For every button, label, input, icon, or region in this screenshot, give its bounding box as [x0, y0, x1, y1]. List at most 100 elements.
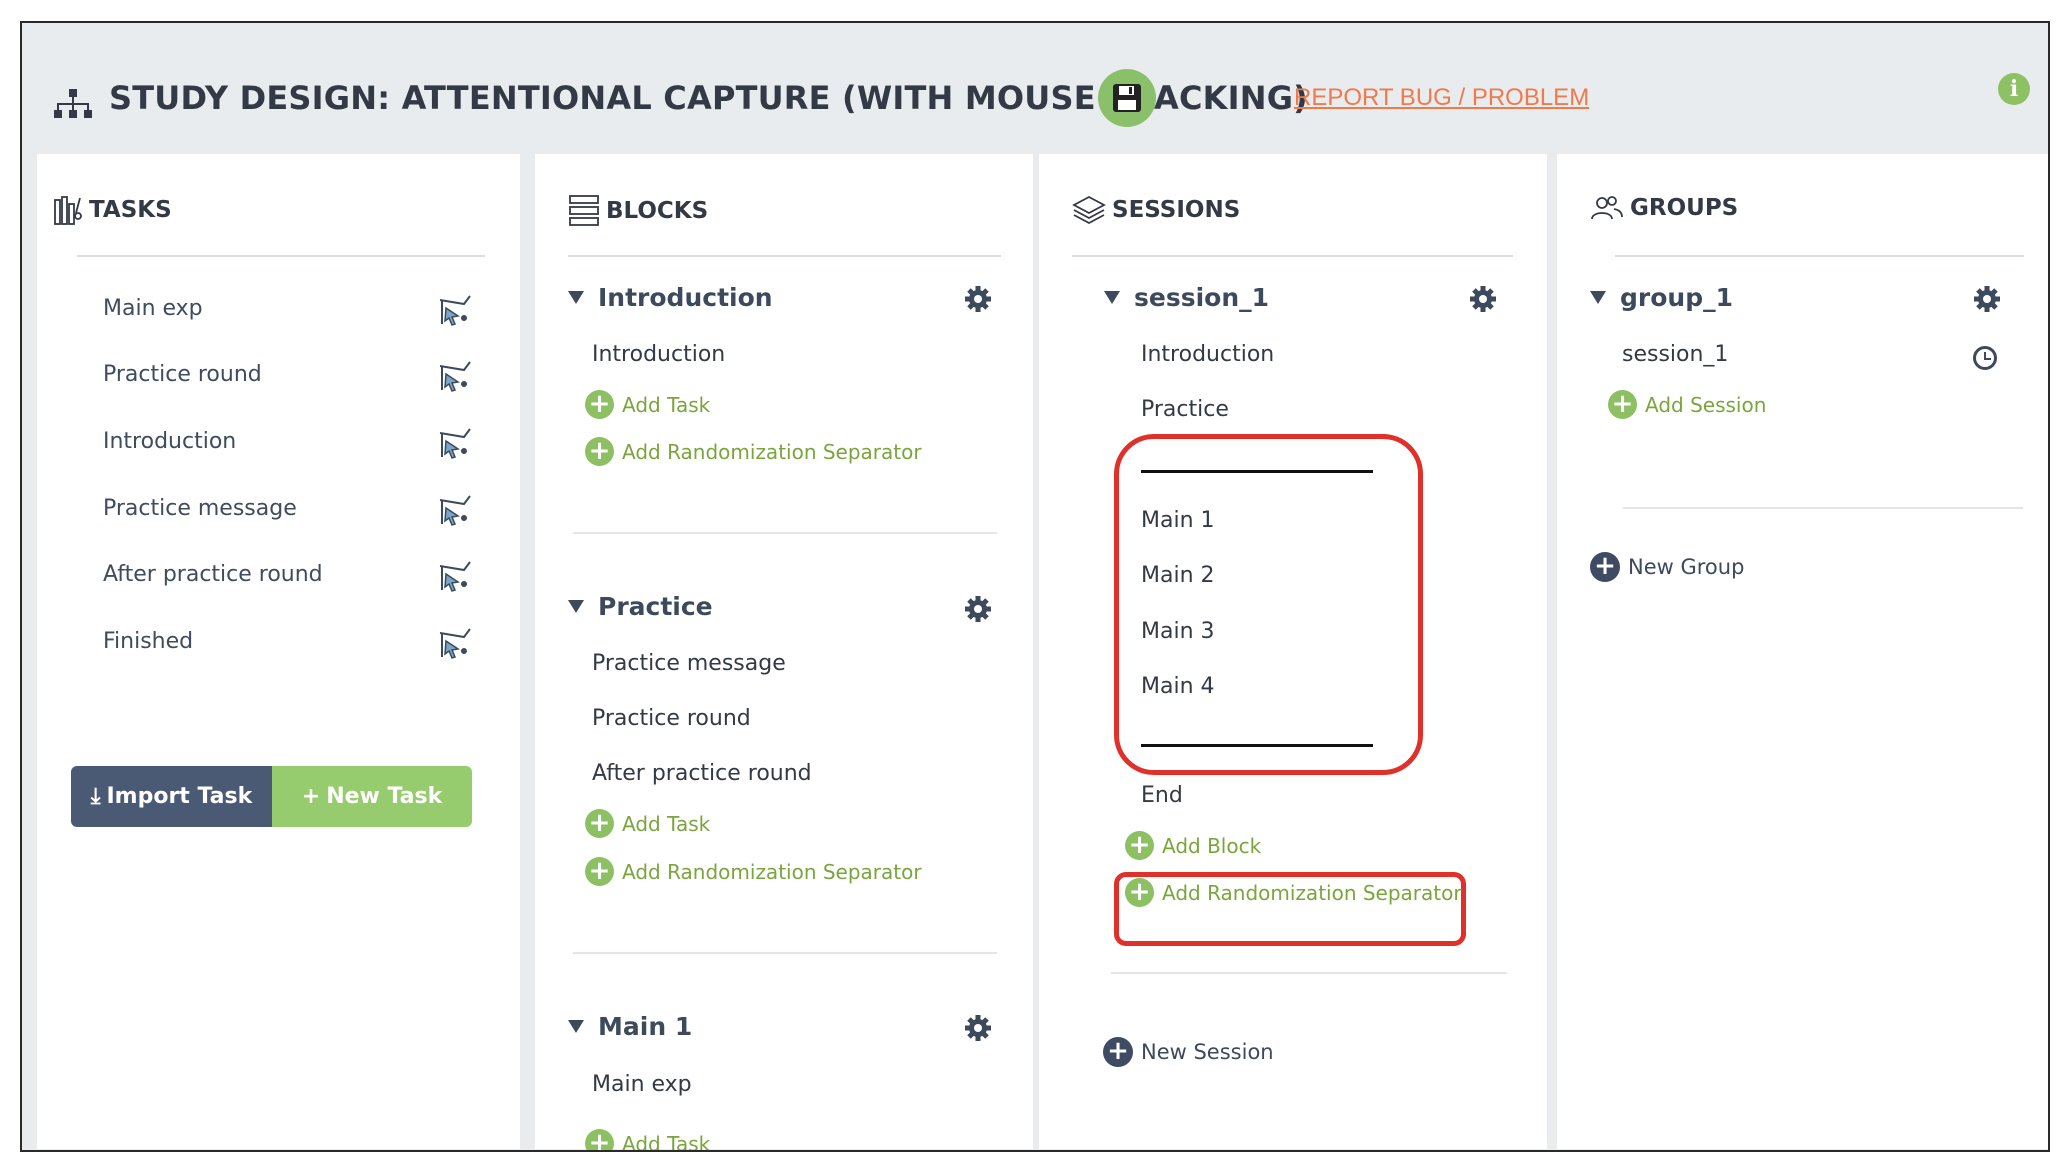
add-circle-icon: +: [585, 437, 614, 466]
blocks-icon: [569, 195, 599, 226]
info-icon[interactable]: i: [1998, 73, 2030, 105]
block-toggle[interactable]: Main 1: [568, 1012, 692, 1041]
task-type-icon[interactable]: [436, 360, 472, 394]
gear-icon[interactable]: [963, 284, 993, 314]
sessions-heading-label: SESSIONS: [1112, 197, 1241, 223]
add-block-label: Add Block: [1162, 833, 1262, 858]
block-task-item[interactable]: Introduction: [592, 342, 725, 367]
tasks-icon: [54, 196, 82, 225]
new-session-label: New Session: [1141, 1040, 1274, 1064]
session-block-item[interactable]: Main 3: [1141, 619, 1215, 644]
add-task-label: Add Task: [622, 811, 711, 836]
task-type-icon[interactable]: [436, 494, 472, 528]
sessions-panel: SESSIONS session_1 Introduction Practice…: [1039, 154, 1547, 1149]
add-block-link[interactable]: + Add Block: [1125, 831, 1261, 860]
add-task-label: Add Task: [622, 392, 711, 417]
blocks-heading-rule: [568, 255, 1001, 257]
add-circle-icon: +: [1608, 390, 1637, 419]
groups-heading-rule: [1615, 255, 2024, 257]
import-task-button[interactable]: ⤓ Import Task: [71, 766, 272, 827]
block-task-item[interactable]: Main exp: [592, 1072, 692, 1097]
task-type-icon[interactable]: [436, 560, 472, 594]
add-randomization-separator-link[interactable]: + Add Randomization Separator: [1125, 878, 1462, 907]
gear-icon[interactable]: [1468, 284, 1498, 314]
add-separator-label: Add Randomization Separator: [1162, 880, 1462, 905]
groups-panel: GROUPS group_1 session_1 + Add Session +…: [1557, 154, 2048, 1149]
session-toggle[interactable]: session_1: [1104, 283, 1269, 312]
session-block-item[interactable]: Main 4: [1141, 674, 1215, 699]
gear-icon[interactable]: [963, 594, 993, 624]
add-randomization-separator-link[interactable]: + Add Randomization Separator: [585, 437, 922, 466]
session-block-item[interactable]: Practice: [1141, 397, 1229, 422]
study-design-window: STUDY DESIGN: ATTENTIONAL CAPTURE (WITH …: [20, 21, 2050, 1152]
block-task-item[interactable]: Practice round: [592, 706, 751, 731]
floppy-disk-icon: [1113, 84, 1141, 112]
new-task-button[interactable]: + New Task: [272, 766, 472, 827]
add-randomization-separator-link[interactable]: + Add Randomization Separator: [585, 857, 922, 886]
task-item[interactable]: Main exp: [103, 296, 203, 321]
add-separator-label: Add Randomization Separator: [622, 439, 922, 464]
collapse-triangle-icon: [568, 600, 584, 613]
add-task-label: Add Task: [622, 1131, 711, 1152]
add-task-link[interactable]: + Add Task: [585, 809, 710, 838]
add-task-link[interactable]: + Add Task: [585, 390, 710, 419]
tasks-panel: TASKS Main exp Practice round Introducti…: [37, 154, 520, 1149]
task-type-icon[interactable]: [436, 294, 472, 328]
block-title: Introduction: [598, 283, 773, 312]
block-task-item[interactable]: After practice round: [592, 761, 812, 786]
session-block-item[interactable]: Introduction: [1141, 342, 1274, 367]
task-item[interactable]: Finished: [103, 629, 193, 654]
session-block-item[interactable]: Main 2: [1141, 563, 1215, 588]
task-item[interactable]: Practice round: [103, 362, 262, 387]
block-divider: [573, 952, 997, 954]
save-button[interactable]: [1098, 69, 1156, 127]
gear-icon[interactable]: [963, 1013, 993, 1043]
download-icon: ⤓: [90, 784, 101, 809]
collapse-triangle-icon: [568, 291, 584, 304]
task-type-icon[interactable]: [436, 427, 472, 461]
session-block-item[interactable]: End: [1141, 783, 1183, 808]
task-item[interactable]: Introduction: [103, 429, 236, 454]
hierarchy-icon: [54, 89, 92, 118]
add-session-link[interactable]: + Add Session: [1608, 390, 1766, 419]
block-divider: [573, 532, 997, 534]
task-item[interactable]: Practice message: [103, 496, 297, 521]
group-toggle[interactable]: group_1: [1590, 283, 1733, 312]
report-bug-link[interactable]: REPORT BUG / PROBLEM: [1294, 84, 1589, 112]
sessions-heading-rule: [1072, 255, 1513, 257]
block-title: Practice: [598, 592, 713, 621]
clock-icon[interactable]: [1973, 346, 1997, 370]
session-block-item[interactable]: Main 1: [1141, 508, 1215, 533]
new-session-link[interactable]: + New Session: [1103, 1037, 1274, 1067]
add-task-link[interactable]: + Add Task: [585, 1129, 711, 1152]
block-title: Main 1: [598, 1012, 693, 1041]
block-toggle[interactable]: Practice: [568, 592, 713, 621]
gear-icon[interactable]: [1972, 284, 2002, 314]
tasks-heading-label: TASKS: [89, 197, 172, 223]
group-session-item[interactable]: session_1: [1622, 342, 1728, 367]
collapse-triangle-icon: [568, 1020, 584, 1033]
task-item[interactable]: After practice round: [103, 562, 323, 587]
randomized-blocks-highlight: [1114, 434, 1423, 775]
randomization-separator-bottom[interactable]: [1141, 744, 1373, 747]
group-title: group_1: [1620, 283, 1733, 312]
plus-icon: +: [301, 784, 321, 809]
randomization-separator-top[interactable]: [1141, 470, 1373, 473]
block-task-item[interactable]: Practice message: [592, 651, 786, 676]
page-header: STUDY DESIGN: ATTENTIONAL CAPTURE (WITH …: [22, 23, 2048, 154]
new-group-label: New Group: [1628, 555, 1745, 579]
tasks-heading-rule: [77, 255, 485, 257]
add-circle-icon: +: [1590, 552, 1620, 582]
block-toggle[interactable]: Introduction: [568, 283, 773, 312]
session-title: session_1: [1134, 283, 1270, 312]
add-circle-icon: +: [585, 809, 614, 838]
task-type-icon[interactable]: [436, 627, 472, 661]
add-circle-icon: +: [585, 857, 614, 886]
add-session-label: Add Session: [1645, 392, 1767, 417]
groups-heading: GROUPS: [1590, 194, 1738, 222]
collapse-triangle-icon: [1590, 291, 1606, 304]
add-circle-icon: +: [585, 1129, 614, 1150]
layers-icon: [1072, 195, 1106, 225]
new-group-link[interactable]: + New Group: [1590, 552, 1744, 582]
add-circle-icon: +: [1125, 831, 1154, 860]
